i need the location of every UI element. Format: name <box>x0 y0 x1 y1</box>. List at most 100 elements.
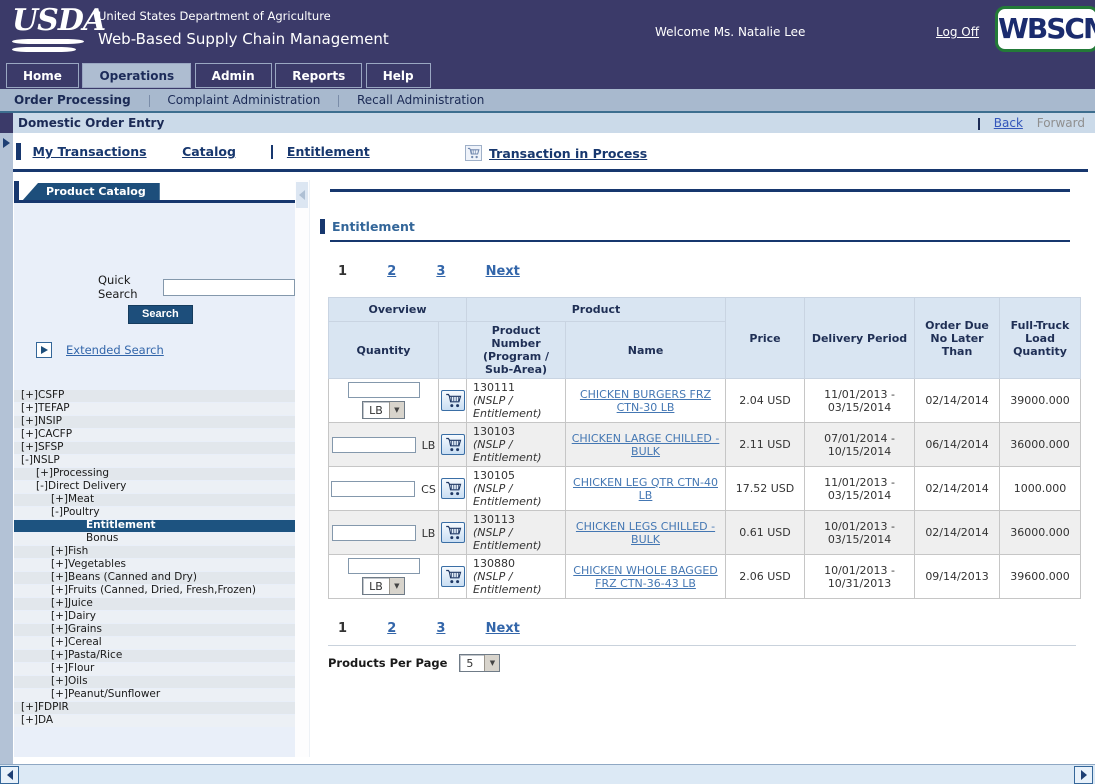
tree-item--meat[interactable]: [+]Meat <box>14 494 295 506</box>
tree-item--fruits-canned-dried-fresh-frozen-[interactable]: [+]Fruits (Canned, Dried, Fresh,Frozen) <box>14 585 295 597</box>
unit-select[interactable]: LB▼ <box>362 401 405 419</box>
page-2-link[interactable]: 2 <box>387 264 396 279</box>
program-sub-area: (NSLP / Entitlement) <box>473 438 563 464</box>
tree-item--juice[interactable]: [+]Juice <box>14 598 295 610</box>
page-title: Domestic Order Entry <box>18 116 164 130</box>
tree-item--sfsp[interactable]: [+]SFSP <box>14 442 295 454</box>
product-name-link[interactable]: CHICKEN LEGS CHILLED - BULK <box>576 520 715 546</box>
quantity-input[interactable] <box>331 481 415 497</box>
tree-item-bonus[interactable]: Bonus <box>14 533 295 545</box>
tree-item-entitlement[interactable]: Entitlement <box>14 520 295 532</box>
section-rule <box>330 240 1070 242</box>
tab-help[interactable]: Help <box>366 63 431 88</box>
tree-item--fish[interactable]: [+]Fish <box>14 546 295 558</box>
collapse-handle[interactable] <box>296 182 308 208</box>
table-row: LB▼ 130880(NSLP / Entitlement) CHICKEN WHO… <box>329 555 1081 599</box>
full-truck-cell: 36000.000 <box>1000 511 1081 555</box>
scroll-left-button[interactable] <box>0 766 19 784</box>
subnav-order-processing[interactable]: Order Processing <box>14 89 131 111</box>
product-number-cell: 130880(NSLP / Entitlement) <box>467 555 566 599</box>
search-button[interactable]: Search <box>128 305 193 324</box>
product-name-link[interactable]: CHICKEN LEG QTR CTN-40 LB <box>573 476 718 502</box>
horizontal-scrollbar[interactable] <box>0 764 1095 784</box>
quantity-input[interactable] <box>348 558 420 574</box>
extended-search-link[interactable]: Extended Search <box>66 343 164 357</box>
welcome-message: Welcome Ms. Natalie Lee <box>655 25 805 39</box>
tree-item--grains[interactable]: [+]Grains <box>14 624 295 636</box>
tree-item--cacfp[interactable]: [+]CACFP <box>14 429 295 441</box>
chevron-down-icon: ▼ <box>484 655 499 671</box>
collapse-right-icon[interactable] <box>3 138 10 148</box>
tree-item--fdpir[interactable]: [+]FDPIR <box>14 702 295 714</box>
cart-cell <box>439 423 467 467</box>
tree-item--dairy[interactable]: [+]Dairy <box>14 611 295 623</box>
tree-item--beans-canned-and-dry-[interactable]: [+]Beans (Canned and Dry) <box>14 572 295 584</box>
tab-operations[interactable]: Operations <box>82 63 191 88</box>
tree-item--nslp[interactable]: [-]NSLP <box>14 455 295 467</box>
catalog-link[interactable]: Catalog <box>182 144 236 159</box>
order-due-cell: 02/14/2014 <box>915 511 1000 555</box>
back-link[interactable]: Back <box>994 116 1023 130</box>
column-group-product: Product <box>467 298 726 322</box>
tree-item--processing[interactable]: [+]Processing <box>14 468 295 480</box>
subnav-complaint-administration[interactable]: Complaint Administration <box>167 89 320 111</box>
tree-item--direct-delivery[interactable]: [-]Direct Delivery <box>14 481 295 493</box>
page-2-link[interactable]: 2 <box>387 621 396 636</box>
tree-item--tefap[interactable]: [+]TEFAP <box>14 403 295 415</box>
full-truck-cell: 1000.000 <box>1000 467 1081 511</box>
page-3-link[interactable]: 3 <box>436 264 445 279</box>
entitlement-link[interactable]: Entitlement <box>287 144 370 159</box>
cart-icon <box>467 147 480 159</box>
left-scroll-strip <box>0 133 13 764</box>
program-sub-area: (NSLP / Entitlement) <box>473 526 563 552</box>
products-per-page-select[interactable]: 5 ▼ <box>459 654 500 672</box>
add-to-cart-button[interactable] <box>441 566 465 587</box>
column-group-overview: Overview <box>329 298 467 322</box>
chevron-down-icon: ▼ <box>389 578 404 594</box>
scroll-right-button[interactable] <box>1074 766 1093 784</box>
tree-item--csfp[interactable]: [+]CSFP <box>14 390 295 402</box>
page-3-link[interactable]: 3 <box>436 621 445 636</box>
cart-cell <box>439 511 467 555</box>
tree-item--poultry[interactable]: [-]Poultry <box>14 507 295 519</box>
tab-admin[interactable]: Admin <box>195 63 272 88</box>
tab-home[interactable]: Home <box>6 63 79 88</box>
cart-cell <box>439 467 467 511</box>
expand-arrow-icon[interactable] <box>36 342 52 358</box>
table-row: CS130105(NSLP / Entitlement)CHICKEN LEG … <box>329 467 1081 511</box>
tree-item--flour[interactable]: [+]Flour <box>14 663 295 675</box>
log-off-link[interactable]: Log Off <box>936 25 979 39</box>
add-to-cart-button[interactable] <box>441 434 465 455</box>
quantity-input[interactable] <box>332 525 416 541</box>
quantity-cell: LB <box>329 423 439 467</box>
tree-item--peanut-sunflower[interactable]: [+]Peanut/Sunflower <box>14 689 295 701</box>
product-name-link[interactable]: CHICKEN LARGE CHILLED - BULK <box>572 432 720 458</box>
unit-select[interactable]: LB▼ <box>362 577 405 595</box>
my-transactions-link[interactable]: My Transactions <box>33 144 147 159</box>
add-to-cart-button[interactable] <box>441 390 465 411</box>
tree-item--vegetables[interactable]: [+]Vegetables <box>14 559 295 571</box>
add-to-cart-button[interactable] <box>441 522 465 543</box>
next-page-link[interactable]: Next <box>486 621 520 636</box>
subnav-recall-administration[interactable]: Recall Administration <box>357 89 484 111</box>
tree-item--oils[interactable]: [+]Oils <box>14 676 295 688</box>
add-to-cart-button[interactable] <box>441 478 465 499</box>
transaction-in-process-link[interactable]: Transaction in Process <box>489 146 647 161</box>
quantity-input[interactable] <box>348 382 420 398</box>
program-sub-area: (NSLP / Entitlement) <box>473 482 563 508</box>
tree-item--da[interactable]: [+]DA <box>14 715 295 727</box>
tree-item--nsip[interactable]: [+]NSIP <box>14 416 295 428</box>
price-cell: 17.52 USD <box>726 467 805 511</box>
quick-search-row: Quick Search <box>14 203 295 301</box>
tree-item--pasta-rice[interactable]: [+]Pasta/Rice <box>14 650 295 662</box>
cart-icon <box>445 481 462 496</box>
product-name-link[interactable]: CHICKEN BURGERS FRZ CTN-30 LB <box>580 388 711 414</box>
product-name-link[interactable]: CHICKEN WHOLE BAGGED FRZ CTN-36-43 LB <box>573 564 718 590</box>
quick-search-input[interactable] <box>163 279 295 296</box>
product-number-cell: 130111(NSLP / Entitlement) <box>467 379 566 423</box>
quantity-input[interactable] <box>332 437 416 453</box>
tab-reports[interactable]: Reports <box>275 63 362 88</box>
next-page-link[interactable]: Next <box>486 264 520 279</box>
agency-name: United States Department of Agriculture <box>98 9 331 23</box>
tree-item--cereal[interactable]: [+]Cereal <box>14 637 295 649</box>
